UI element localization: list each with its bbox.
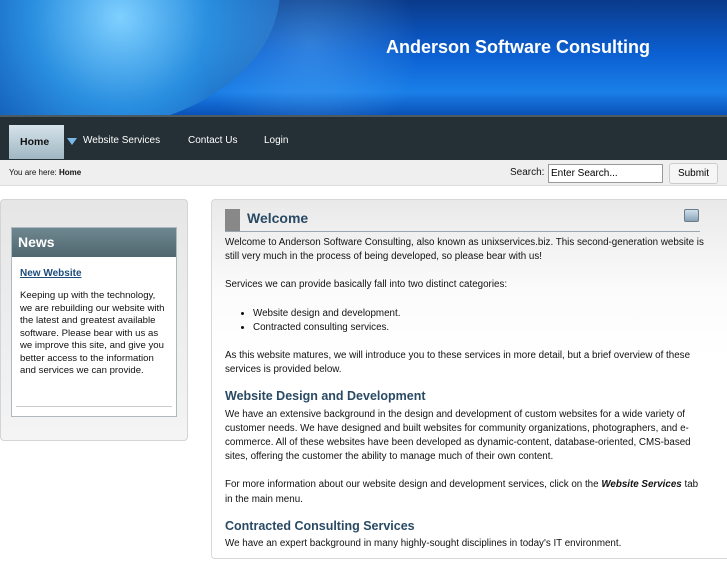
nav-login[interactable]: Login [264,135,288,146]
search-input[interactable] [548,164,663,183]
web-design-paragraph: We have an extensive background in the d… [225,408,691,463]
overview-paragraph: As this website matures, we will introdu… [225,350,691,376]
nav-home[interactable]: Home [9,125,64,159]
sidebar: News New Website Keeping up with the tec… [0,199,188,441]
breadcrumb-current: Home [58,168,82,177]
news-box: News New Website Keeping up with the tec… [11,227,177,417]
section-heading: Contracted Consulting Services [225,518,415,533]
dropdown-arrow-icon[interactable] [67,138,77,145]
main-content: Welcome Welcome to Anderson Software Con… [211,199,727,559]
list-item: Website design and development. [253,307,705,321]
services-intro: Services we can provide basically fall i… [225,279,508,291]
news-title: News [12,228,176,257]
nav-website-services[interactable]: Website Services [83,135,160,146]
news-link[interactable]: New Website [20,268,82,279]
intro-paragraph: Welcome to Anderson Software Consulting,… [225,237,704,263]
breadcrumb-bar: You are here: Home Search: Submit [0,160,727,186]
submit-button[interactable]: Submit [669,163,718,184]
search-label: Search: [510,167,545,178]
main-nav: Home Website Services Contact Us Login [0,115,727,160]
list-item: Contracted consulting services. [253,321,705,335]
header-banner: Anderson Software Consulting [0,0,727,115]
breadcrumb-prefix: You are here: [9,168,57,177]
print-icon[interactable] [684,209,699,222]
nav-contact-us[interactable]: Contact Us [188,135,237,146]
article: Welcome to Anderson Software Consulting,… [225,236,705,565]
section-heading: Website Design and Development [225,389,426,404]
page-title: Welcome [247,210,309,226]
text: For more information about our website d… [225,479,599,491]
news-text: Keeping up with the technology, we are r… [20,290,165,376]
site-title: Anderson Software Consulting [386,37,651,57]
title-accent [225,209,240,231]
divider [225,231,700,232]
more-info-paragraph: For more information about our website d… [225,478,705,506]
consulting-paragraph: We have an expert background in many hig… [225,538,622,550]
breadcrumb: You are here: Home [9,168,81,177]
services-list: Website design and development. Contract… [240,307,705,335]
divider [16,406,172,407]
emphasis: Website Services [601,479,682,491]
